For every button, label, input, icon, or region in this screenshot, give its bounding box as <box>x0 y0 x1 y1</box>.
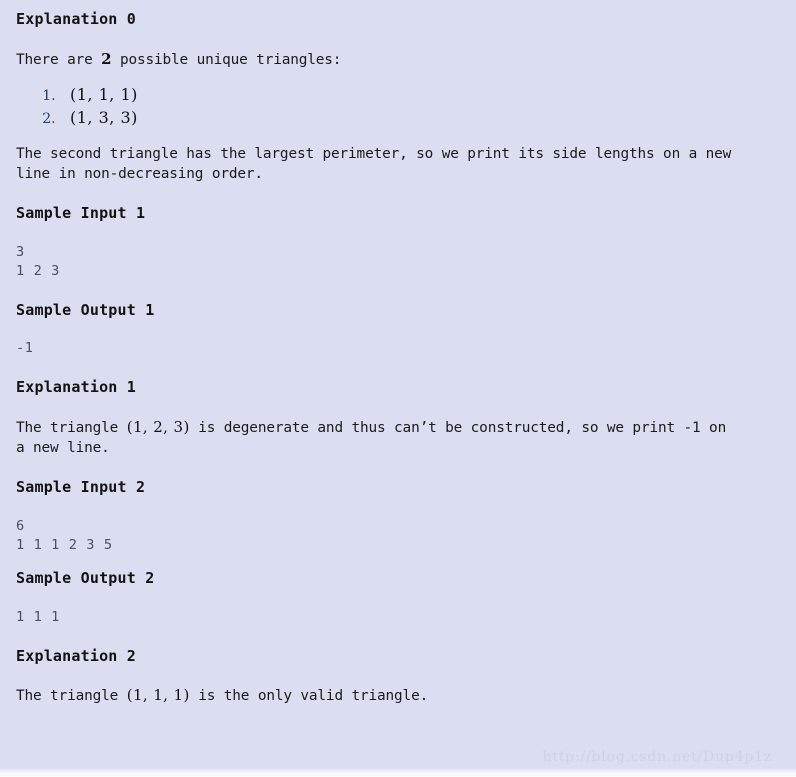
text-exp1-after: is degenerate and thus can’t be construc… <box>189 420 727 436</box>
heading-explanation-2: Explanation 2 <box>16 646 136 665</box>
heading-explanation-0: Explanation 0 <box>16 10 136 28</box>
code-sample-input-2: 6 1 1 1 2 3 5 <box>16 517 113 553</box>
math-triangle-count: 2 <box>101 49 112 68</box>
text-intro-after: possible unique triangles: <box>111 51 342 68</box>
triangle-tuple-1: (1, 1, 1) <box>70 84 138 104</box>
text-exp1-before: The triangle <box>16 420 127 436</box>
paragraph-largest-perimeter-line2: line in non-decreasing order. <box>16 165 263 182</box>
spacer-after-explanation-2-heading <box>16 665 780 685</box>
code-sample-input-1: 3 1 2 3 <box>16 243 60 279</box>
spacer-after-sample-input-2-heading <box>16 497 780 517</box>
paragraph-largest-perimeter-line1: The second triangle has the largest peri… <box>16 145 732 162</box>
spacer-after-sample-input-1-heading <box>16 223 780 243</box>
math-tuple-1-2-3: (1, 2, 3) <box>126 418 190 436</box>
list-item: (1, 3, 3) <box>60 107 780 130</box>
triangle-tuple-2: (1, 3, 3) <box>70 107 138 127</box>
heading-sample-output-2: Sample Output 2 <box>16 568 155 587</box>
paragraph-triangle-count: There are 2 possible unique triangles: <box>16 49 780 70</box>
spacer-before-sample-input-1 <box>16 184 780 204</box>
text-exp2-before: The triangle <box>16 688 127 705</box>
paragraph-explanation-2: The triangle (1, 1, 1) is the only valid… <box>16 685 780 706</box>
spacer-before-explanation-2 <box>16 627 780 647</box>
spacer-after-sample-output-2-heading <box>16 588 780 608</box>
spacer-before-sample-output-1 <box>16 281 780 301</box>
spacer-after-sample-output-1-heading <box>16 319 780 339</box>
paragraph-explanation-1-line1: The triangle (1, 2, 3) is degenerate and… <box>16 417 780 438</box>
heading-sample-output-1: Sample Output 1 <box>16 300 155 319</box>
text-intro-before: There are <box>16 51 102 68</box>
spacer-after-explanation-1-heading <box>16 397 780 417</box>
spacer-before-sample-output-2 <box>16 555 780 569</box>
watermark-blog-url: http://blog.csdn.net/Dup4p1z <box>542 749 772 765</box>
math-tuple-1-1-1: (1, 1, 1) <box>126 686 190 705</box>
heading-explanation-1: Explanation 1 <box>16 378 136 397</box>
spacer-before-sample-input-2 <box>16 458 780 478</box>
spacer-after-heading-0 <box>16 29 780 49</box>
code-sample-output-2: 1 1 1 <box>16 608 60 625</box>
heading-sample-input-2: Sample Input 2 <box>16 478 146 496</box>
article-page: Explanation 0 There are 2 possible uniqu… <box>0 0 796 777</box>
spacer-before-list <box>16 70 780 84</box>
spacer-after-list <box>16 130 780 144</box>
spacer-before-explanation-1 <box>16 358 780 378</box>
list-item: (1, 1, 1) <box>60 84 780 107</box>
heading-sample-input-1: Sample Input 1 <box>16 203 146 222</box>
top-spacer <box>16 0 780 10</box>
code-sample-output-1: -1 <box>16 340 34 357</box>
triangle-list: (1, 1, 1) (1, 3, 3) <box>16 84 780 130</box>
paragraph-explanation-1-line2: a new line. <box>16 440 110 456</box>
text-exp2-after: is the only valid triangle. <box>189 688 429 705</box>
